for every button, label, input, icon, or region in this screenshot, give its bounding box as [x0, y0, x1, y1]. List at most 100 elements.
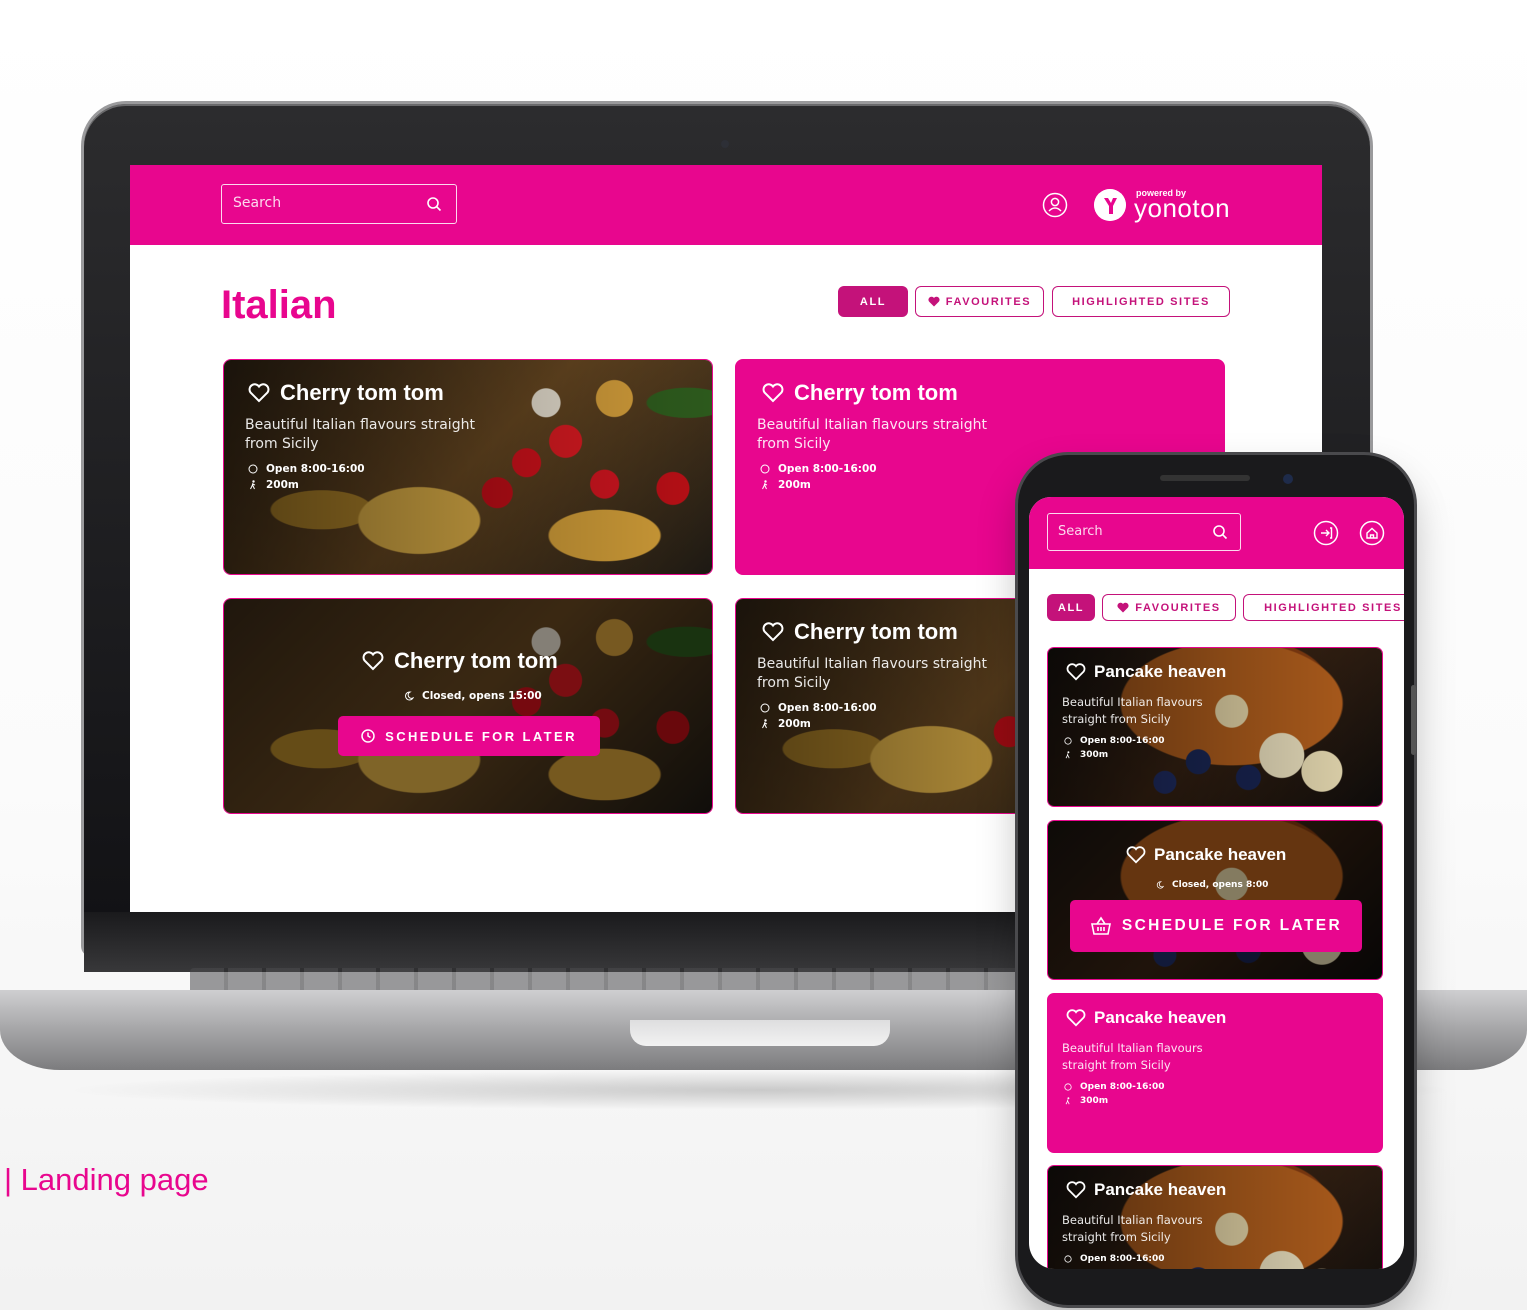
heart-outline-icon[interactable]: [362, 651, 384, 671]
heart-outline-icon[interactable]: [1066, 663, 1086, 681]
filter-favourites-button[interactable]: FAVOURITES: [1102, 594, 1236, 621]
card-description: Beautiful Italian flavours straight from …: [1062, 694, 1203, 728]
schedule-for-later-button[interactable]: SCHEDULE FOR LATER: [338, 716, 600, 756]
status-text: Closed, opens 15:00: [422, 690, 542, 702]
heart-outline-icon[interactable]: [762, 622, 784, 642]
card-description-line: from Sicily: [757, 675, 831, 691]
card-description-line: Beautiful Italian flavours: [1062, 1041, 1203, 1055]
card-description-line: straight from Sicily: [1062, 1230, 1171, 1244]
mockup-stage: Search powered by yonoton Italian ALL FA…: [0, 0, 1527, 1310]
login-icon[interactable]: [1313, 520, 1339, 546]
hours-text: Open 8:00-16:00: [778, 463, 877, 475]
card-description-line: straight from Sicily: [1062, 712, 1171, 726]
walking-icon: [1065, 1097, 1070, 1105]
filter-highlighted-label: HIGHLIGHTED SITES: [1072, 295, 1210, 308]
restaurant-card[interactable]: Cherry tom tom Beautiful Italian flavour…: [223, 359, 713, 575]
phone-speaker: [1160, 475, 1250, 481]
opening-hours: Open 8:00-16:00: [1064, 1082, 1165, 1092]
closed-status: Closed, opens 15:00: [404, 690, 542, 702]
hours-text: Open 8:00-16:00: [266, 463, 365, 475]
heart-filled-icon: [928, 296, 940, 307]
card-description: Beautiful Italian flavours straight from …: [1062, 1212, 1203, 1246]
status-text: Closed, opens 8:00: [1172, 880, 1269, 890]
filter-favourites-label: FAVOURITES: [945, 295, 1032, 308]
distance-text: 200m: [778, 479, 811, 491]
yonoton-logo: powered by yonoton: [1094, 185, 1244, 225]
distance: 200m: [760, 479, 811, 491]
schedule-button-label: SCHEDULE FOR LATER: [385, 728, 577, 744]
restaurant-card[interactable]: Pancake heaven Beautiful Italian flavour…: [1047, 647, 1383, 807]
card-title: Cherry tom tom: [362, 648, 558, 674]
filter-all-button[interactable]: ALL: [838, 286, 908, 317]
search-placeholder: Search: [233, 195, 282, 211]
card-title-text: Cherry tom tom: [794, 619, 958, 644]
search-input[interactable]: Search: [221, 184, 457, 224]
heart-outline-icon[interactable]: [1126, 846, 1146, 864]
hours-text: Open 8:00-16:00: [1080, 1082, 1165, 1092]
restaurant-card[interactable]: Pancake heaven Beautiful Italian flavour…: [1047, 1165, 1383, 1269]
restaurant-card-closed[interactable]: Cherry tom tom Closed, opens 15:00 SCHED…: [223, 598, 713, 814]
clock-icon: [361, 729, 375, 743]
card-description: Beautiful Italian flavours straight from …: [245, 416, 475, 454]
user-account-icon[interactable]: [1042, 192, 1068, 218]
restaurant-card-closed[interactable]: Pancake heaven Closed, opens 8:00 SCHEDU…: [1047, 820, 1383, 980]
filter-favourites-button[interactable]: FAVOURITES: [915, 286, 1044, 317]
basket-icon: [1090, 916, 1111, 935]
heart-outline-icon[interactable]: [1066, 1181, 1086, 1199]
hours-text: Open 8:00-16:00: [778, 702, 877, 714]
distance-text: 300m: [1080, 750, 1109, 760]
filter-highlighted-button[interactable]: HIGHLIGHTED SITES: [1243, 594, 1404, 621]
card-title-text: Pancake heaven: [1154, 845, 1287, 864]
closed-status: Closed, opens 8:00: [1156, 880, 1268, 890]
distance-text: 200m: [266, 479, 299, 491]
card-description: Beautiful Italian flavours straight from …: [757, 416, 987, 454]
home-icon[interactable]: [1359, 520, 1385, 546]
heart-filled-icon: [1117, 602, 1129, 613]
filter-all-label: ALL: [859, 295, 887, 308]
opening-hours: Open 8:00-16:00: [760, 463, 877, 475]
page-title: Italian: [221, 283, 337, 327]
card-title-text: Pancake heaven: [1094, 1008, 1227, 1027]
search-icon[interactable]: [426, 196, 442, 212]
walking-icon: [1065, 751, 1070, 759]
filter-all-button[interactable]: ALL: [1047, 594, 1095, 621]
search-icon[interactable]: [1212, 524, 1228, 540]
card-description-line: Beautiful Italian flavours straight: [245, 417, 475, 433]
distance-text: 300m: [1080, 1096, 1109, 1106]
laptop-camera: [721, 140, 729, 148]
desktop-header: Search powered by yonoton: [130, 165, 1322, 245]
card-description-line: Beautiful Italian flavours straight: [757, 417, 987, 433]
heart-outline-icon[interactable]: [248, 383, 270, 403]
search-input[interactable]: Search: [1047, 513, 1241, 551]
heart-outline-icon[interactable]: [1066, 1009, 1086, 1027]
hours-text: Open 8:00-16:00: [1080, 736, 1165, 746]
distance: 300m: [1064, 750, 1108, 760]
distance: 200m: [760, 718, 811, 730]
clock-icon: [1064, 737, 1072, 745]
restaurant-card[interactable]: Pancake heaven Beautiful Italian flavour…: [1047, 993, 1383, 1153]
moon-icon: [1156, 881, 1164, 889]
card-title: Cherry tom tom: [248, 380, 444, 406]
moon-icon: [405, 691, 414, 701]
phone-side-button: [1411, 685, 1416, 755]
filter-highlighted-label: HIGHLIGHTED SITES: [1264, 601, 1402, 614]
filter-highlighted-button[interactable]: HIGHLIGHTED SITES: [1052, 286, 1230, 317]
mobile-header: Search: [1029, 497, 1404, 569]
walking-icon: [250, 480, 256, 490]
schedule-for-later-button[interactable]: SCHEDULE FOR LATER: [1070, 900, 1362, 952]
opening-hours: Open 8:00-16:00: [1064, 736, 1165, 746]
card-title: Pancake heaven: [1126, 845, 1286, 865]
distance-text: 200m: [778, 718, 811, 730]
heart-outline-icon[interactable]: [762, 383, 784, 403]
schedule-button-label: SCHEDULE FOR LATER: [1121, 917, 1343, 934]
card-title-text: Cherry tom tom: [280, 380, 444, 405]
hours-text: Open 8:00-16:00: [1080, 1254, 1165, 1264]
card-description-line: from Sicily: [757, 436, 831, 452]
filter-all-label: ALL: [1057, 601, 1085, 614]
card-title-text: Cherry tom tom: [394, 648, 558, 673]
filter-favourites-label: FAVOURITES: [1135, 601, 1221, 614]
card-description-line: Beautiful Italian flavours: [1062, 1213, 1203, 1227]
card-description-line: straight from Sicily: [1062, 1058, 1171, 1072]
laptop-opening-notch: [630, 1020, 890, 1046]
card-title-text: Cherry tom tom: [794, 380, 958, 405]
